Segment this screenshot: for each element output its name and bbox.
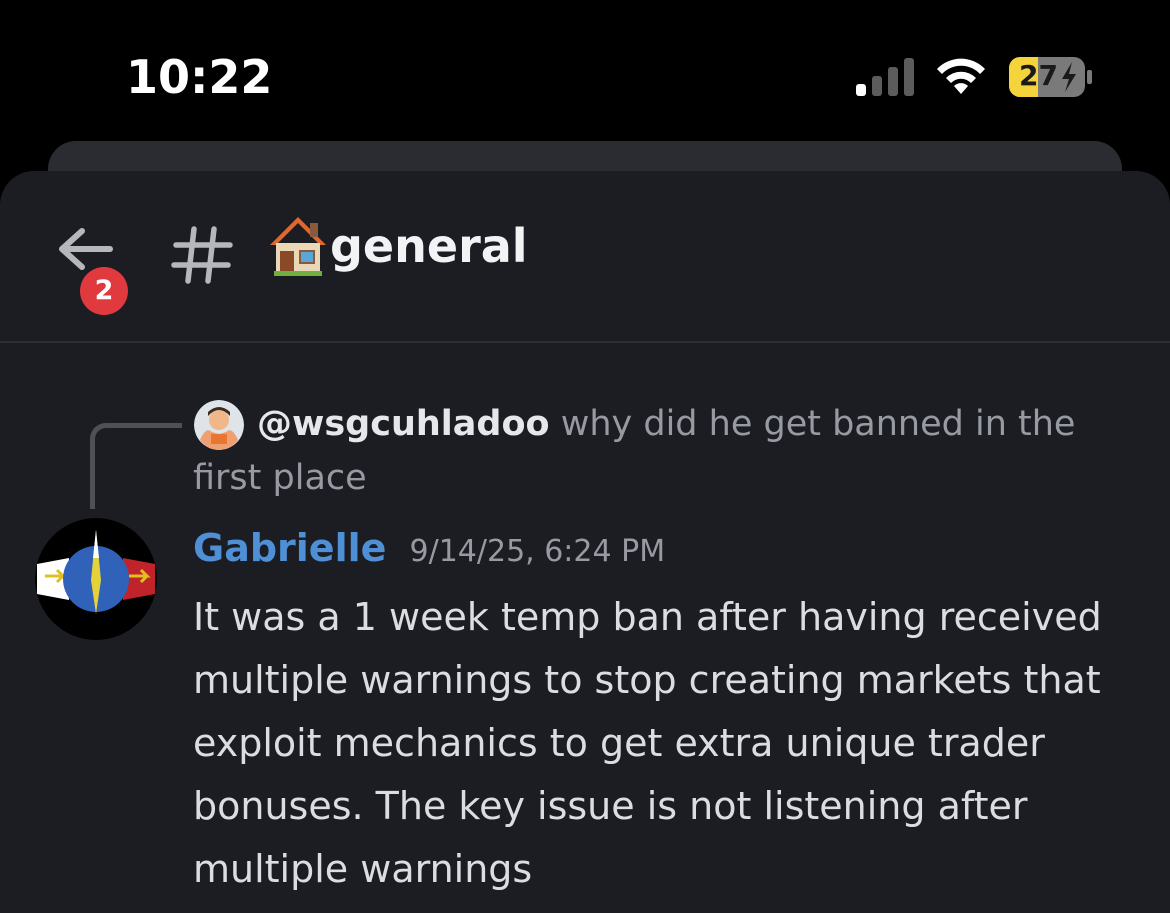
status-time: 10:22 xyxy=(126,50,273,104)
message-header: Gabrielle 9/14/25, 6:24 PM xyxy=(193,526,665,582)
message-body: It was a 1 week temp ban after having re… xyxy=(193,595,1102,891)
status-bar: 10:22 27 xyxy=(0,0,1170,150)
reply-avatar xyxy=(194,400,244,450)
reply-preview[interactable]: @wsgcuhladoo why did he get banned in th… xyxy=(193,397,1093,505)
reply-author[interactable]: @wsgcuhladoo xyxy=(257,404,550,444)
battery-level: 27 xyxy=(1019,59,1058,92)
cellular-signal-icon xyxy=(856,58,914,96)
channel-name: general xyxy=(330,219,528,273)
reply-connector xyxy=(90,423,182,509)
message-timestamp: 9/14/25, 6:24 PM xyxy=(409,534,666,569)
author-avatar[interactable] xyxy=(35,518,157,640)
channel-header: 2 general xyxy=(0,171,1170,343)
channel-sheet: 2 general @wsgcuhladoo why did he get ba… xyxy=(0,171,1170,913)
unread-badge: 2 xyxy=(80,267,128,315)
hash-icon xyxy=(171,226,233,284)
message-author[interactable]: Gabrielle xyxy=(193,526,386,570)
house-icon xyxy=(270,217,326,276)
wifi-icon xyxy=(937,58,985,94)
